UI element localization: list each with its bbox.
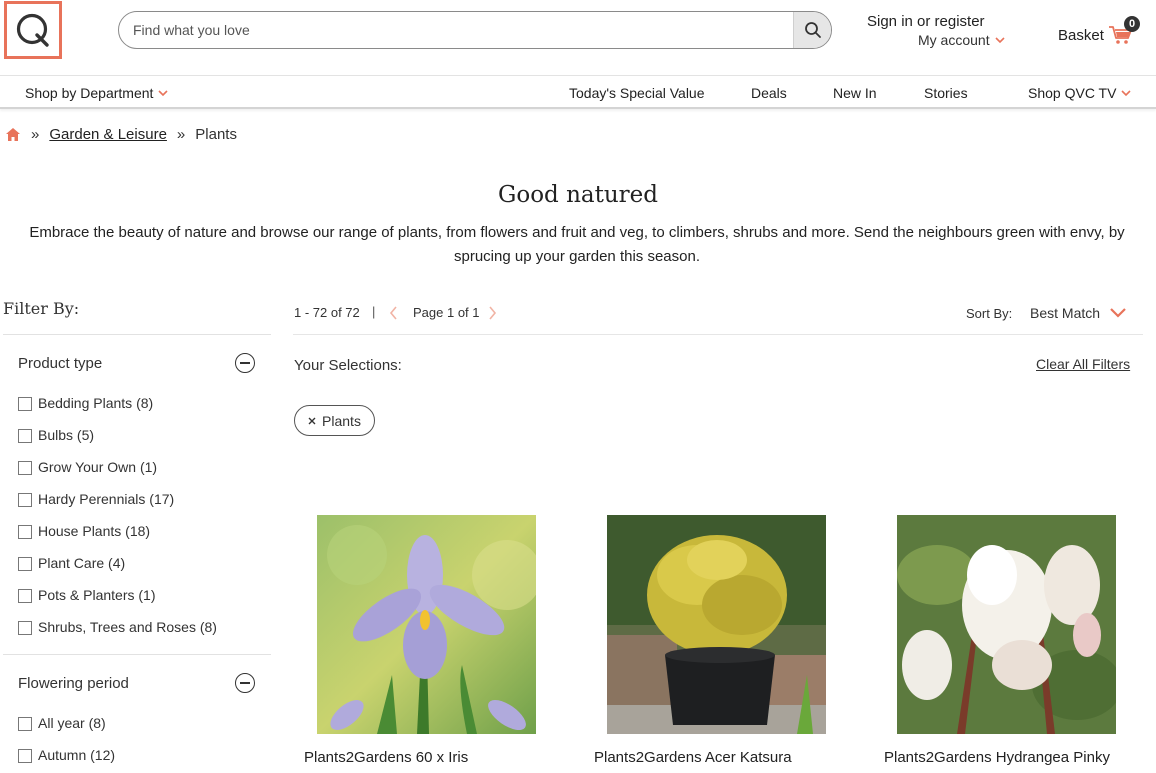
- breadcrumb-separator: »: [31, 126, 40, 143]
- home-icon[interactable]: [5, 127, 21, 142]
- breadcrumb-separator: »: [176, 126, 186, 143]
- filter-option-bulbs[interactable]: Bulbs (5): [18, 426, 94, 443]
- option-label: Bedding Plants (8): [38, 394, 154, 411]
- product-image-iris[interactable]: [317, 515, 536, 734]
- nav-label: Shop by Department: [25, 85, 154, 101]
- basket-label: Basket: [1058, 26, 1104, 44]
- chip-label: Plants: [322, 412, 361, 429]
- my-account-label: My account: [918, 32, 990, 48]
- option-label: House Plants (18): [38, 522, 151, 539]
- signin-link[interactable]: Sign in or register: [867, 13, 985, 30]
- checkbox[interactable]: [18, 525, 32, 539]
- product-name-iris[interactable]: Plants2Gardens 60 x Iris: [304, 749, 468, 766]
- main-nav: Shop by Department Today's Special Value…: [0, 75, 1156, 109]
- page-description: Embrace the beauty of nature and browse …: [29, 224, 1125, 265]
- checkbox[interactable]: [18, 397, 32, 411]
- selected-filter-chip-plants[interactable]: Plants: [294, 405, 375, 436]
- facet-title-flowering-period: Flowering period: [18, 675, 129, 692]
- option-label: Bulbs (5): [38, 426, 95, 443]
- option-label: Pots & Planters (1): [38, 586, 156, 603]
- filter-option-grow-your-own[interactable]: Grow Your Own (1): [18, 458, 157, 475]
- product-name-hydrangea[interactable]: Plants2Gardens Hydrangea Pinky: [884, 749, 1110, 766]
- next-page-icon[interactable]: [488, 306, 497, 320]
- filter-option-bedding-plants[interactable]: Bedding Plants (8): [18, 394, 153, 411]
- results-count: 1 - 72 of 72: [294, 305, 360, 320]
- clear-all-filters-link[interactable]: Clear All Filters: [1036, 356, 1130, 372]
- remove-icon: [308, 417, 316, 424]
- chevron-down-icon: [995, 36, 1005, 43]
- chevron-down-icon: [1110, 308, 1126, 318]
- checkbox[interactable]: [18, 749, 32, 763]
- sort-label: Sort By:: [966, 306, 1013, 321]
- facet-title-product-type: Product type: [18, 355, 103, 372]
- product-image-acer[interactable]: [607, 515, 826, 734]
- iris-flower-image: [317, 515, 536, 734]
- option-label: Hardy Perennials (17): [38, 490, 175, 507]
- filter-option-pots-planters[interactable]: Pots & Planters (1): [18, 586, 156, 603]
- nav-new-in[interactable]: New In: [833, 85, 877, 101]
- nav-stories[interactable]: Stories: [924, 85, 968, 101]
- chevron-down-icon: [158, 89, 168, 96]
- option-label: Grow Your Own (1): [38, 458, 158, 475]
- page-indicator: Page 1 of 1: [413, 305, 480, 320]
- product-name-acer[interactable]: Plants2Gardens Acer Katsura: [594, 749, 792, 766]
- page-title: Good natured: [497, 182, 658, 208]
- collapse-flowering-period-toggle[interactable]: [235, 673, 255, 693]
- checkbox[interactable]: [18, 589, 32, 603]
- option-label: Autumn (12): [38, 746, 116, 763]
- breadcrumb-garden-leisure[interactable]: Garden & Leisure: [49, 126, 167, 143]
- search-icon: [804, 22, 821, 38]
- basket-button[interactable]: Basket: [1058, 24, 1134, 46]
- divider: [3, 334, 271, 335]
- option-label: Plant Care (4): [38, 554, 126, 571]
- nav-deals[interactable]: Deals: [751, 85, 787, 101]
- filter-option-hardy-perennials[interactable]: Hardy Perennials (17): [18, 490, 174, 507]
- your-selections-label: Your Selections:: [294, 357, 402, 374]
- nav-shop-qvc-tv[interactable]: Shop QVC TV: [1028, 85, 1132, 101]
- filter-option-all-year[interactable]: All year (8): [18, 714, 106, 731]
- breadcrumb: » Garden & Leisure » Plants: [5, 126, 237, 143]
- checkbox[interactable]: [18, 493, 32, 507]
- sort-dropdown[interactable]: Best Match: [1030, 305, 1126, 321]
- qvc-logo[interactable]: [4, 1, 62, 59]
- checkbox[interactable]: [18, 621, 32, 635]
- separator: |: [372, 304, 376, 319]
- hydrangea-flower-image: [897, 515, 1116, 734]
- sort-selected-value: Best Match: [1030, 305, 1101, 321]
- breadcrumb-current-plants: Plants: [195, 126, 237, 143]
- search-bar: [118, 11, 832, 49]
- checkbox[interactable]: [18, 429, 32, 443]
- my-account-menu[interactable]: My account: [918, 32, 1005, 48]
- divider: [293, 334, 1143, 335]
- basket-count-badge: 0: [1124, 16, 1140, 32]
- nav-todays-special-value[interactable]: Today's Special Value: [569, 85, 705, 101]
- search-input[interactable]: [119, 12, 793, 48]
- search-button[interactable]: [793, 12, 831, 48]
- acer-plant-image: [607, 515, 826, 734]
- filter-option-autumn[interactable]: Autumn (12): [18, 746, 115, 763]
- filter-option-plant-care[interactable]: Plant Care (4): [18, 554, 125, 571]
- checkbox[interactable]: [18, 717, 32, 731]
- checkbox[interactable]: [18, 557, 32, 571]
- previous-page-icon[interactable]: [389, 306, 398, 320]
- collapse-product-type-toggle[interactable]: [235, 353, 255, 373]
- product-image-hydrangea[interactable]: [897, 515, 1116, 734]
- checkbox[interactable]: [18, 461, 32, 475]
- filter-by-heading: Filter By:: [3, 299, 80, 318]
- filter-option-house-plants[interactable]: House Plants (18): [18, 522, 150, 539]
- nav-label: Shop QVC TV: [1028, 85, 1117, 101]
- q-logo-icon: [16, 13, 49, 47]
- chevron-down-icon: [1121, 89, 1132, 96]
- divider: [3, 654, 271, 655]
- nav-shop-by-department[interactable]: Shop by Department: [25, 85, 168, 101]
- option-label: Shrubs, Trees and Roses (8): [38, 618, 217, 635]
- option-label: All year (8): [38, 714, 106, 731]
- filter-option-shrubs-trees-roses[interactable]: Shrubs, Trees and Roses (8): [18, 618, 217, 635]
